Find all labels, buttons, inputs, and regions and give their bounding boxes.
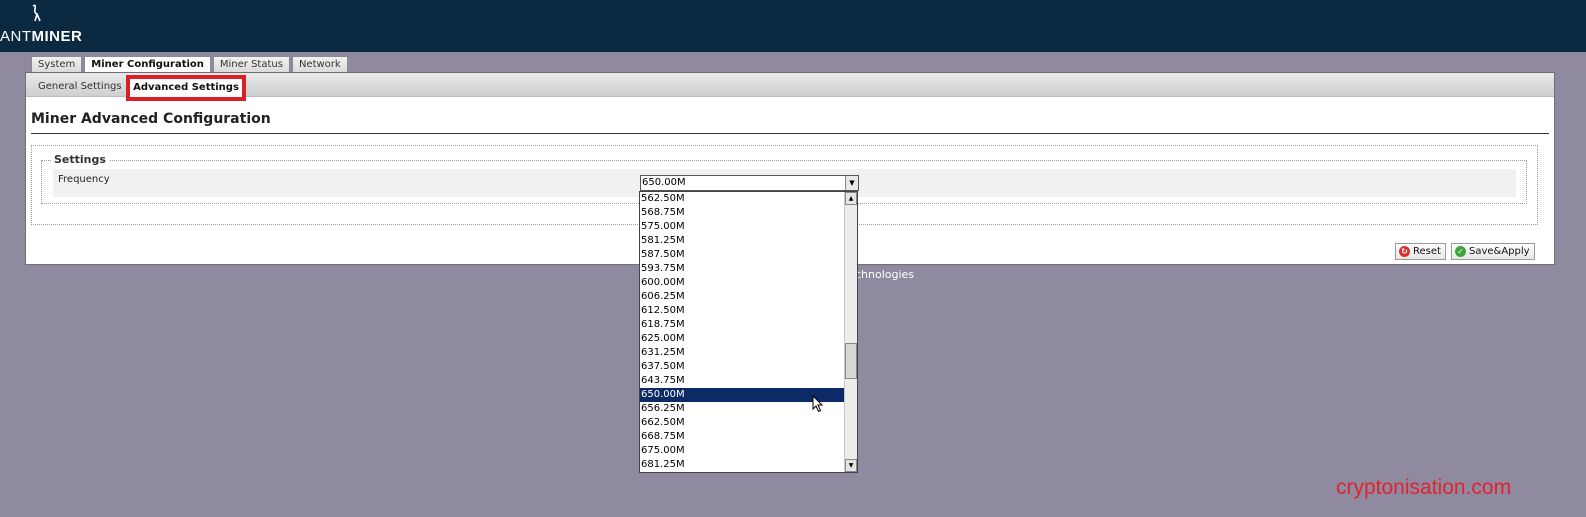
frequency-option[interactable]: 625.00M bbox=[640, 332, 846, 346]
page-title: Miner Advanced Configuration bbox=[31, 111, 271, 127]
frequency-option[interactable]: 593.75M bbox=[640, 262, 846, 276]
frequency-option[interactable]: 600.00M bbox=[640, 276, 846, 290]
tab-network[interactable]: Network bbox=[291, 56, 348, 73]
settings-legend: Settings bbox=[51, 153, 109, 166]
antminer-logo-icon bbox=[32, 4, 41, 22]
frequency-option[interactable]: 587.50M bbox=[640, 248, 846, 262]
frequency-option[interactable]: 637.50M bbox=[640, 360, 846, 374]
reset-icon: ↻ bbox=[1399, 246, 1410, 257]
tab-system[interactable]: System bbox=[31, 56, 83, 73]
frequency-option[interactable]: 618.75M bbox=[640, 318, 846, 332]
frequency-option[interactable]: 575.00M bbox=[640, 220, 846, 234]
frequency-option[interactable]: 612.50M bbox=[640, 304, 846, 318]
scroll-up-icon[interactable]: ▲ bbox=[845, 192, 857, 205]
save-apply-button-label: Save&Apply bbox=[1469, 246, 1530, 257]
frequency-select[interactable]: 650.00M ▼ bbox=[640, 175, 859, 191]
footer-copyright: chnologies bbox=[855, 268, 915, 281]
main-tabs: System Miner Configuration Miner Status … bbox=[31, 56, 348, 74]
reset-button[interactable]: ↻ Reset bbox=[1395, 243, 1446, 260]
frequency-option[interactable]: 668.75M bbox=[640, 430, 846, 444]
title-divider bbox=[31, 133, 1549, 134]
frequency-option[interactable]: 675.00M bbox=[640, 444, 846, 458]
frequency-option[interactable]: 662.50M bbox=[640, 416, 846, 430]
tab-miner-status[interactable]: Miner Status bbox=[212, 56, 290, 73]
scroll-down-icon[interactable]: ▼ bbox=[845, 459, 857, 472]
frequency-option[interactable]: 581.25M bbox=[640, 234, 846, 248]
subtab-advanced-settings[interactable]: Advanced Settings bbox=[126, 75, 246, 101]
scrollbar-thumb[interactable] bbox=[845, 343, 857, 379]
frequency-option[interactable]: 606.25M bbox=[640, 290, 846, 304]
checkmark-icon: ✓ bbox=[1455, 246, 1466, 257]
chevron-down-icon[interactable]: ▼ bbox=[845, 176, 858, 190]
save-apply-button[interactable]: ✓ Save&Apply bbox=[1451, 243, 1535, 260]
watermark: cryptonisation.com bbox=[1336, 476, 1512, 499]
frequency-select-value: 650.00M bbox=[642, 177, 686, 188]
frequency-label: Frequency bbox=[58, 174, 110, 185]
subtab-bar: General Settings Advanced Settings bbox=[26, 73, 1554, 101]
frequency-dropdown-list[interactable]: 562.50M 568.75M 575.00M 581.25M 587.50M 593.7… bbox=[639, 191, 858, 473]
frequency-option[interactable]: 681.25M bbox=[640, 458, 846, 472]
reset-button-label: Reset bbox=[1413, 246, 1441, 257]
mouse-cursor-icon bbox=[812, 395, 824, 413]
frequency-option[interactable]: 562.50M bbox=[640, 192, 846, 206]
top-header: ANT MINER bbox=[0, 0, 1586, 52]
frequency-option[interactable]: 631.25M bbox=[640, 346, 846, 360]
subtab-general-settings[interactable]: General Settings bbox=[38, 79, 122, 95]
antminer-logo: ANT MINER bbox=[0, 28, 83, 45]
frequency-options: 562.50M 568.75M 575.00M 581.25M 587.50M 593.7… bbox=[640, 192, 846, 472]
dropdown-scrollbar[interactable]: ▲ ▼ bbox=[844, 192, 857, 472]
frequency-option[interactable]: 568.75M bbox=[640, 206, 846, 220]
frequency-option[interactable]: 643.75M bbox=[640, 374, 846, 388]
